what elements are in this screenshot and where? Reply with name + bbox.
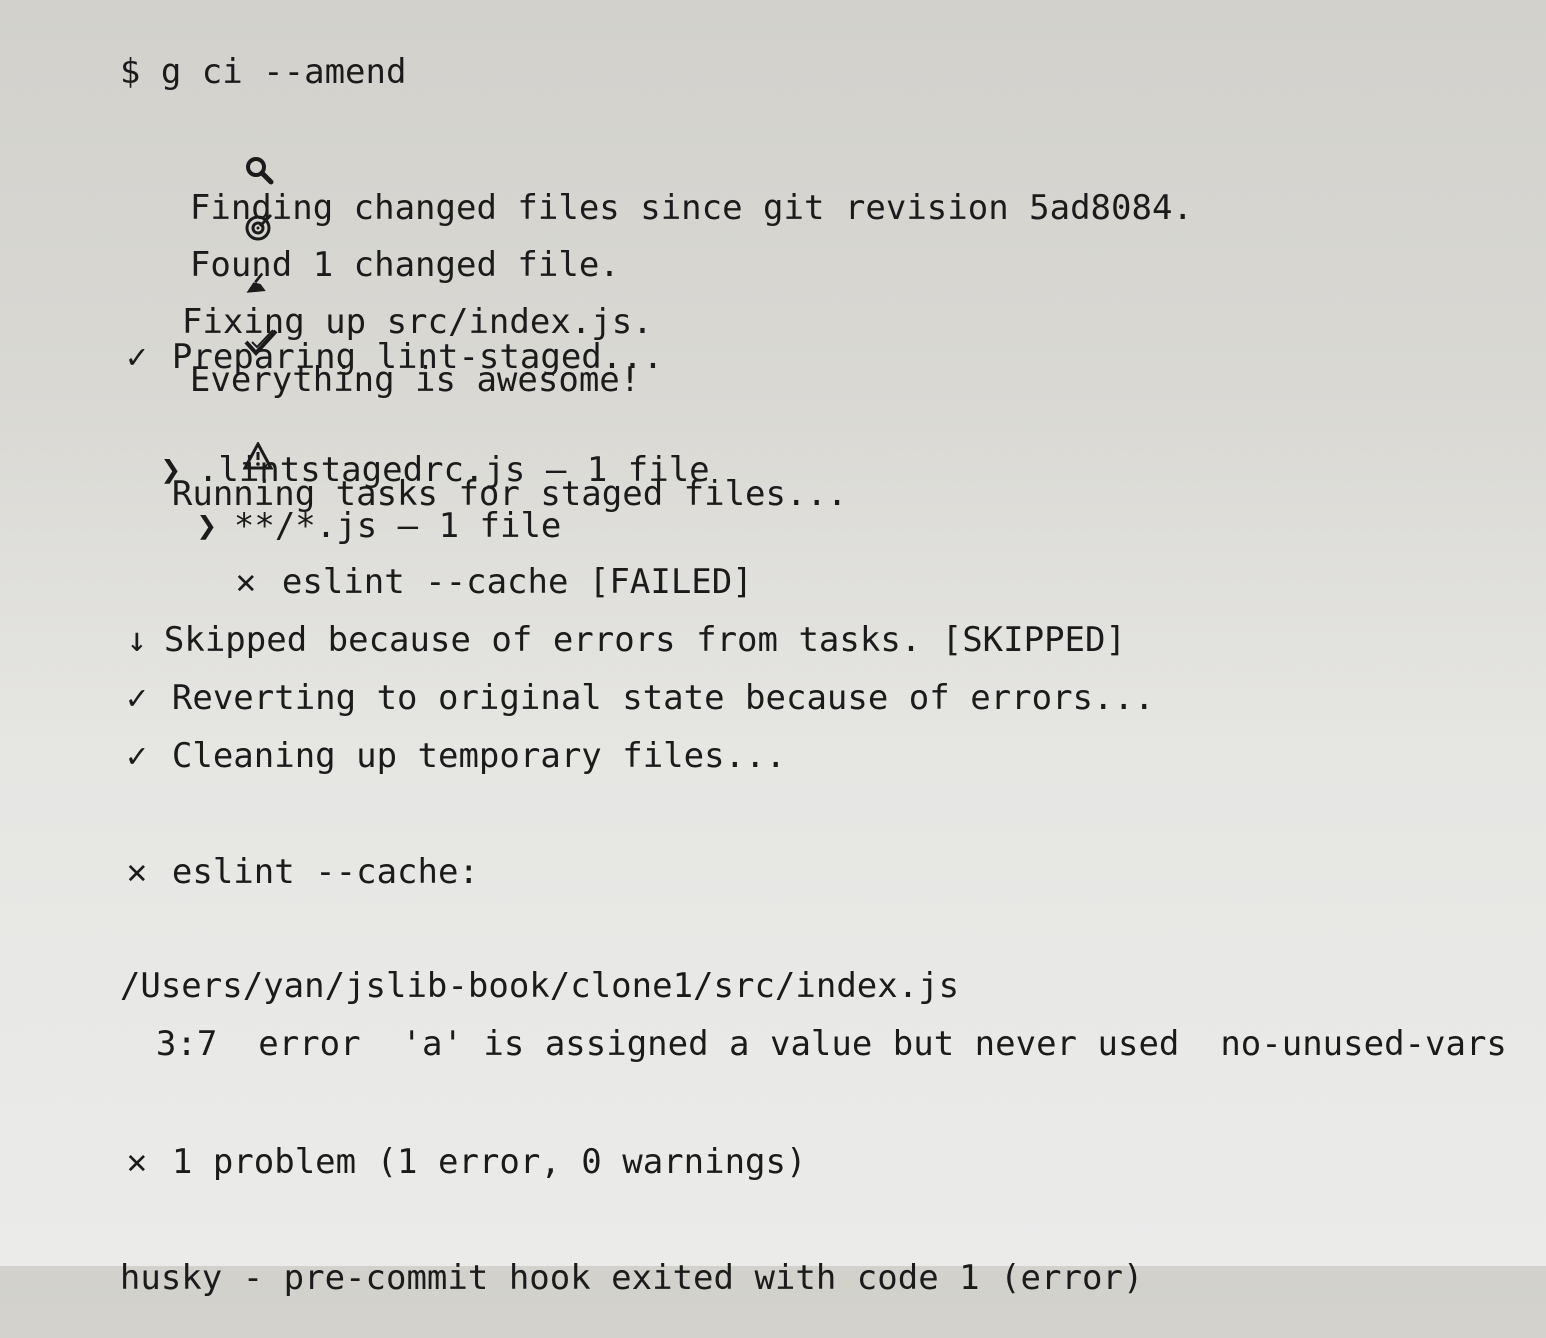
output-line: ❯ **/*.js — 1 file (108, 466, 562, 546)
output-line: Finding changed files since git revision… (38, 68, 1193, 228)
command-prompt-line: $ g ci --amend (38, 12, 407, 92)
output-line: ✕ 1 problem (1 error, 0 warnings) (38, 1102, 807, 1182)
output-line: Everything is awesome! (38, 240, 640, 400)
output-line: Fixing up src/index.js. (38, 182, 653, 342)
output-line: ✕ eslint --cache [FAILED] (144, 522, 753, 602)
output-line: ✓ Cleaning up temporary files... (38, 696, 786, 776)
output-line: ❯ .lintstagedrc.js — 1 file (72, 410, 710, 490)
output-line: ✓ Preparing lint-staged... (38, 297, 664, 377)
cross-icon: ✕ (126, 852, 148, 892)
terminal-output: $ g ci --amend Finding changed files sin… (0, 0, 1546, 1298)
output-line: 3:7 error 'a' is assigned a value but ne… (74, 984, 1507, 1064)
output-line: Found 1 changed file. (38, 125, 620, 285)
cross-icon: ✕ (126, 1142, 148, 1182)
output-text: Cleaning up temporary files... (171, 736, 786, 776)
output-line: husky - pre-commit hook exited with code… (38, 1218, 1144, 1298)
output-line: ↓ Skipped because of errors from tasks. [… (38, 580, 1126, 660)
output-line: Running tasks for staged files... (38, 354, 847, 514)
output-line: ✕ eslint --cache: (38, 812, 479, 892)
output-text: eslint --cache: (171, 852, 479, 892)
problem-summary: 1 problem (1 error, 0 warnings) (171, 1142, 807, 1182)
check-icon: ✓ (126, 736, 148, 776)
husky-exit-message: husky - pre-commit hook exited with code… (119, 1258, 1144, 1298)
error-detail: 3:7 error 'a' is assigned a value but ne… (155, 1024, 1507, 1064)
output-line: /Users/yan/jslib-book/clone1/src/index.j… (38, 926, 959, 1006)
output-line: ✓ Reverting to original state because of … (38, 638, 1155, 718)
